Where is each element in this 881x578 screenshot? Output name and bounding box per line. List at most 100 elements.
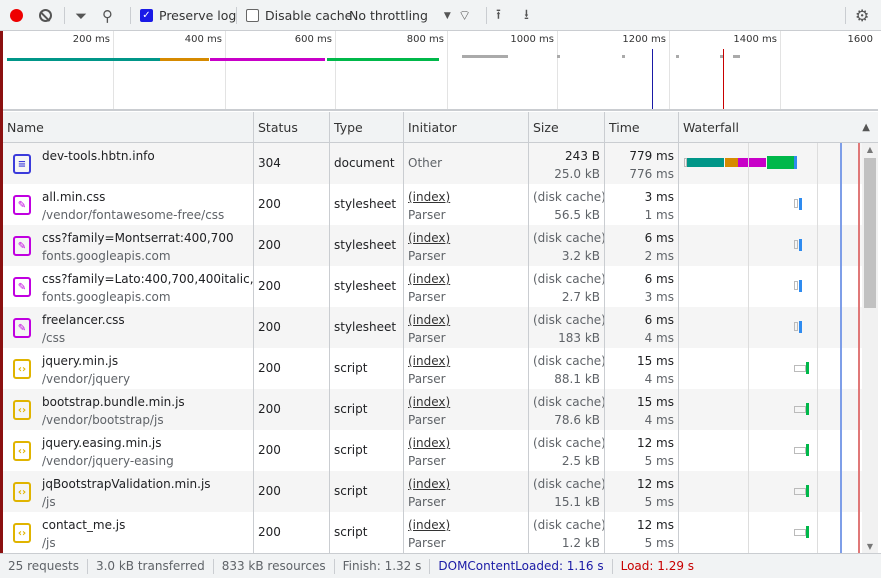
settings-gear-icon[interactable]: ⚙ (855, 0, 869, 31)
waterfall-queue-bar (794, 447, 806, 454)
col-size[interactable]: Size (528, 112, 559, 142)
name-cell[interactable]: css?family=Montserrat:400,700 fonts.googl… (38, 225, 253, 266)
name-cell[interactable]: contact_me.js/js (38, 512, 253, 553)
time-value: 6 ms (644, 231, 674, 245)
overview-tick-label: 1600 (847, 34, 873, 45)
scroll-up-icon[interactable]: ▲ (862, 145, 878, 154)
filter-icon[interactable]: ⏷ (75, 0, 87, 31)
initiator-link[interactable]: (index) (408, 352, 524, 370)
resource-size: 1.2 kB (561, 536, 600, 550)
waterfall-bar-ssl (725, 158, 738, 167)
disable-cache-checkbox[interactable]: Disable cache (246, 0, 352, 31)
clear-button[interactable] (39, 0, 52, 31)
name-cell[interactable]: freelancer.css/css (38, 307, 253, 348)
time-cell: 3 ms 1 ms (604, 184, 678, 225)
table-row[interactable]: ✎ all.min.css/vendor/fontawesome-free/cs… (3, 184, 862, 225)
size-cell: (disk cache) 15.1 kB (528, 471, 604, 512)
import-har-icon[interactable]: ⭱ (496, 0, 501, 31)
request-name: css?family=Lato:400,700,400italic,7… (42, 272, 253, 286)
table-row[interactable]: ‹› bootstrap.bundle.min.js/vendor/bootst… (3, 389, 862, 430)
network-conditions-icon[interactable]: ⌔ (458, 0, 471, 31)
initiator-link[interactable]: (index) (408, 516, 524, 534)
name-cell[interactable]: jquery.easing.min.js/vendor/jquery-easin… (38, 430, 253, 471)
latency-value: 5 ms (644, 454, 674, 468)
waterfall-cell (678, 512, 862, 553)
initiator-type: Parser (408, 495, 446, 509)
dom-content-loaded-line (840, 143, 842, 553)
scrollbar-thumb[interactable] (864, 158, 876, 308)
disable-cache-label: Disable cache (265, 8, 353, 23)
name-cell[interactable]: all.min.css/vendor/fontawesome-free/css (38, 184, 253, 225)
preserve-log-checkbox[interactable]: ✓ Preserve log (140, 0, 236, 31)
overview-gridline (447, 31, 448, 109)
waterfall-gridline (748, 143, 749, 553)
request-name: all.min.css (42, 190, 106, 204)
col-time[interactable]: Time (604, 112, 640, 142)
table-row[interactable]: ≡ dev-tools.hbtn.info 304 document Other… (3, 143, 862, 184)
table-row[interactable]: ✎ css?family=Montserrat:400,700 fonts.goo… (3, 225, 862, 266)
size-cell: 243 B 25.0 kB (528, 143, 604, 184)
initiator-link[interactable]: (index) (408, 475, 524, 493)
checkbox-checked-icon: ✓ (140, 9, 153, 22)
initiator-link[interactable]: (index) (408, 188, 524, 206)
waterfall-bar-download (799, 198, 802, 210)
name-cell[interactable]: jqBootstrapValidation.min.js/js (38, 471, 253, 512)
script-icon: ‹› (13, 359, 31, 379)
name-cell[interactable]: css?family=Lato:400,700,400italic,7… font… (38, 266, 253, 307)
resource-size: 88.1 kB (554, 372, 600, 386)
script-icon: ‹› (13, 441, 31, 461)
waterfall-bar-download (799, 239, 802, 251)
initiator-link[interactable]: (index) (408, 434, 524, 452)
name-cell[interactable]: jquery.min.js/vendor/jquery (38, 348, 253, 389)
record-button[interactable] (10, 0, 23, 31)
overview-load-line (723, 49, 724, 109)
scroll-down-icon[interactable]: ▼ (862, 542, 878, 551)
initiator-link[interactable]: (index) (408, 270, 524, 288)
overview-gridline (335, 31, 336, 109)
table-row[interactable]: ‹› contact_me.js/js 200 script (index) Pa… (3, 512, 862, 553)
timeline-overview[interactable]: 200 ms 400 ms 600 ms 800 ms 1000 ms 1200 ms 14… (3, 31, 878, 111)
status-cell: 200 (253, 348, 329, 389)
throttling-select[interactable]: No throttling ▼ (349, 0, 451, 31)
initiator-link[interactable]: (index) (408, 311, 524, 329)
dropdown-arrow-icon: ▼ (443, 10, 451, 21)
dom-content-loaded-time: DOMContentLoaded: 1.16 s (430, 558, 613, 574)
request-name: bootstrap.bundle.min.js (42, 395, 185, 409)
waterfall-cell (678, 389, 862, 430)
table-row[interactable]: ✎ css?family=Lato:400,700,400italic,7… fo… (3, 266, 862, 307)
initiator-cell: (index) Parser (403, 389, 528, 430)
col-name[interactable]: Name (3, 112, 44, 142)
latency-value: 4 ms (644, 372, 674, 386)
waterfall-bar-download (799, 321, 802, 333)
time-value: 12 ms (636, 436, 674, 450)
table-row[interactable]: ‹› jquery.easing.min.js/vendor/jquery-ea… (3, 430, 862, 471)
latency-value: 776 ms (629, 167, 674, 181)
export-har-icon[interactable]: ⭳ (524, 0, 529, 31)
initiator-cell: (index) Parser (403, 348, 528, 389)
size-cell: (disk cache) 3.2 kB (528, 225, 604, 266)
col-type[interactable]: Type (329, 112, 363, 142)
name-cell[interactable]: dev-tools.hbtn.info (38, 143, 253, 184)
size-cell: (disk cache) 56.5 kB (528, 184, 604, 225)
table-row[interactable]: ‹› jqBootstrapValidation.min.js/js 200 s… (3, 471, 862, 512)
col-initiator[interactable]: Initiator (403, 112, 457, 142)
latency-value: 3 ms (644, 290, 674, 304)
finish-time: Finish: 1.32 s (335, 558, 431, 574)
initiator-link[interactable]: (index) (408, 229, 524, 247)
type-cell: stylesheet (329, 225, 403, 266)
search-icon[interactable]: ⚲ (102, 0, 113, 31)
col-waterfall[interactable]: Waterfall ▲ (678, 112, 878, 142)
table-header: Name Status Type Initiator Size Time Wat… (3, 112, 878, 143)
size-value: (disk cache) (533, 313, 604, 327)
initiator-link[interactable]: (index) (408, 393, 524, 411)
scrollbar[interactable]: ▲ ▼ (862, 143, 878, 553)
waterfall-cell (678, 430, 862, 471)
time-cell: 6 ms 2 ms (604, 225, 678, 266)
table-row[interactable]: ‹› jquery.min.js/vendor/jquery 200 scrip… (3, 348, 862, 389)
status-cell: 200 (253, 225, 329, 266)
request-name: dev-tools.hbtn.info (42, 149, 155, 163)
type-cell: script (329, 389, 403, 430)
col-status[interactable]: Status (253, 112, 298, 142)
table-row[interactable]: ✎ freelancer.css/css 200 stylesheet (ind… (3, 307, 862, 348)
name-cell[interactable]: bootstrap.bundle.min.js/vendor/bootstrap… (38, 389, 253, 430)
